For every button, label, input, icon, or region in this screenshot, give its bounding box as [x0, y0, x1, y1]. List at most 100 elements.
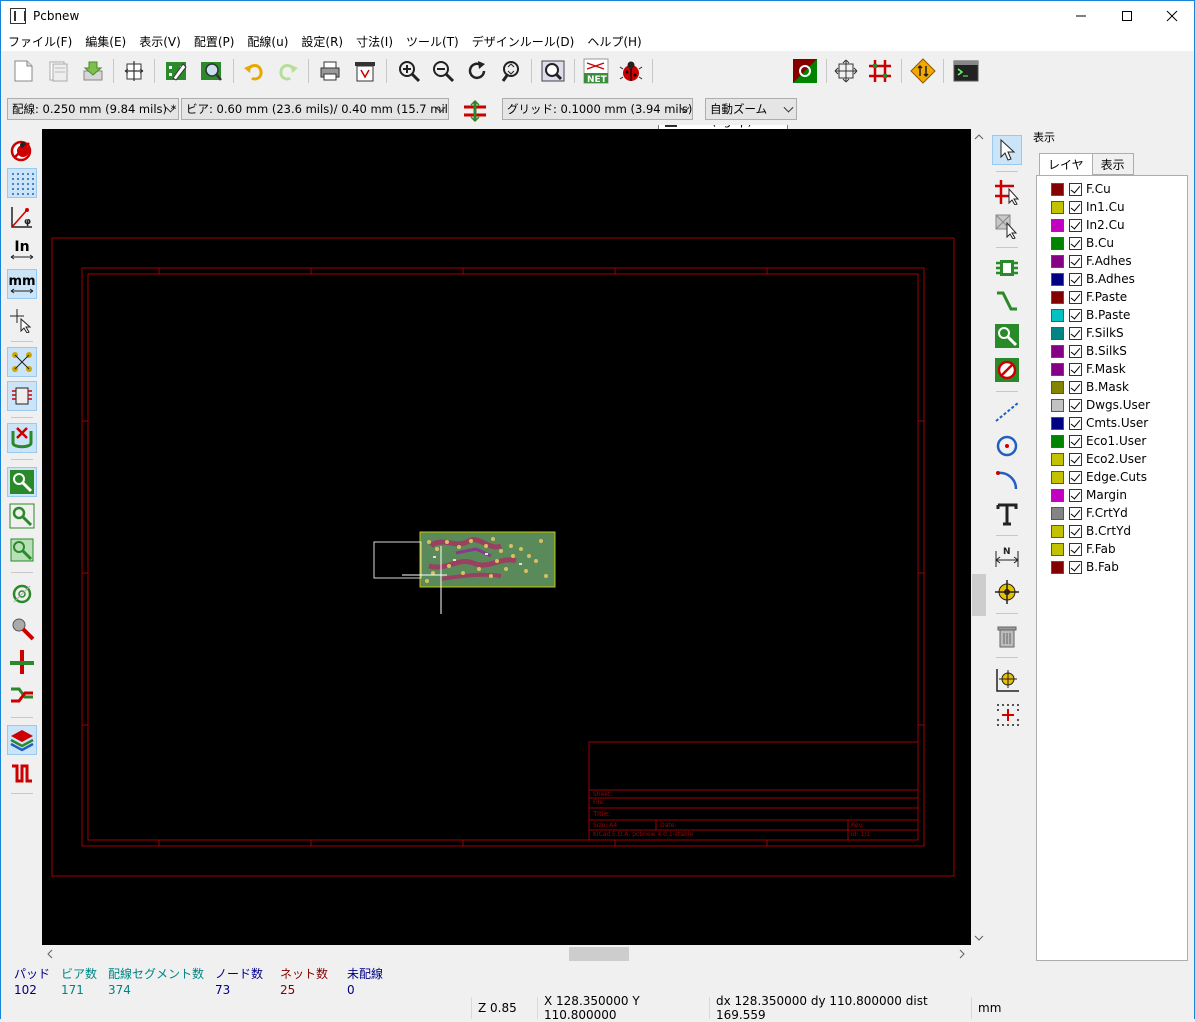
menu-place[interactable]: 配置(P) — [187, 33, 241, 50]
layer-color-swatch[interactable] — [1051, 560, 1064, 574]
layer-row[interactable]: Dwgs.User — [1051, 396, 1150, 414]
layer-row[interactable]: Eco2.User — [1051, 450, 1146, 468]
layer-visibility-checkbox[interactable] — [1069, 344, 1082, 358]
layer-visibility-checkbox[interactable] — [1069, 380, 1082, 394]
menu-preferences[interactable]: 設定(R) — [294, 33, 349, 50]
layer-row[interactable]: Margin — [1051, 486, 1127, 504]
page-settings-button[interactable] — [119, 56, 149, 86]
layer-row[interactable]: F.CrtYd — [1051, 504, 1128, 522]
highlight-net-button[interactable] — [992, 177, 1022, 207]
add-line-button[interactable] — [992, 397, 1022, 427]
layer-color-swatch[interactable] — [1051, 434, 1064, 448]
layer-color-swatch[interactable] — [1051, 506, 1064, 520]
module-ratsnest-button[interactable] — [7, 381, 37, 411]
redo-button[interactable] — [273, 56, 303, 86]
tab-layers[interactable]: レイヤ — [1039, 153, 1093, 176]
add-circle-button[interactable] — [992, 431, 1022, 461]
layer-color-swatch[interactable] — [1051, 524, 1064, 538]
layer-visibility-checkbox[interactable] — [1069, 362, 1082, 376]
layer-color-swatch[interactable] — [1051, 362, 1064, 376]
layer-row[interactable]: B.SilkS — [1051, 342, 1127, 360]
layer-name[interactable]: Edge.Cuts — [1086, 470, 1147, 484]
menu-route[interactable]: 配線(u) — [240, 33, 294, 50]
layer-visibility-checkbox[interactable] — [1069, 236, 1082, 250]
horizontal-scroll-thumb[interactable] — [569, 947, 629, 961]
layer-name[interactable]: B.SilkS — [1086, 344, 1127, 358]
layer-row[interactable]: F.Paste — [1051, 288, 1127, 306]
drc-off-button[interactable] — [7, 135, 37, 165]
layer-row[interactable]: B.Cu — [1051, 234, 1114, 252]
zone-sketch-button[interactable] — [7, 535, 37, 565]
maximize-button[interactable] — [1104, 1, 1150, 31]
layer-name[interactable]: F.Adhes — [1086, 254, 1132, 268]
show-grid-button[interactable] — [7, 168, 37, 198]
layer-row[interactable]: B.Mask — [1051, 378, 1129, 396]
layer-visibility-checkbox[interactable] — [1069, 434, 1082, 448]
layer-color-swatch[interactable] — [1051, 308, 1064, 322]
zoom-in-button[interactable] — [394, 56, 424, 86]
layer-visibility-checkbox[interactable] — [1069, 506, 1082, 520]
layer-visibility-checkbox[interactable] — [1069, 200, 1082, 214]
layer-name[interactable]: F.Fab — [1086, 542, 1116, 556]
layer-color-swatch[interactable] — [1051, 290, 1064, 304]
add-dimension-button[interactable]: N — [992, 541, 1022, 571]
layer-row[interactable]: F.Fab — [1051, 540, 1116, 558]
layer-color-swatch[interactable] — [1051, 542, 1064, 556]
menu-help[interactable]: ヘルプ(H) — [580, 33, 647, 50]
menu-dimensions[interactable]: 寸法(I) — [349, 33, 399, 50]
save-board-button[interactable] — [78, 56, 108, 86]
read-netlist-button[interactable]: NET — [581, 56, 611, 86]
undo-button[interactable] — [239, 56, 269, 86]
layer-color-swatch[interactable] — [1051, 416, 1064, 430]
layer-row[interactable]: F.Adhes — [1051, 252, 1132, 270]
layer-visibility-checkbox[interactable] — [1069, 452, 1082, 466]
layer-name[interactable]: F.CrtYd — [1086, 506, 1128, 520]
layer-visibility-checkbox[interactable] — [1069, 560, 1082, 574]
layers-manager-button[interactable] — [7, 725, 37, 755]
ratsnest-button[interactable] — [831, 56, 861, 86]
units-mm-button[interactable]: mm — [7, 269, 37, 299]
layer-visibility-checkbox[interactable] — [1069, 272, 1082, 286]
layer-name[interactable]: F.Cu — [1086, 182, 1111, 196]
layer-row[interactable]: In2.Cu — [1051, 216, 1125, 234]
layer-name[interactable]: B.Paste — [1086, 308, 1130, 322]
layer-visibility-checkbox[interactable] — [1069, 416, 1082, 430]
layer-visibility-checkbox[interactable] — [1069, 308, 1082, 322]
plot-button[interactable] — [350, 56, 380, 86]
layer-name[interactable]: F.SilkS — [1086, 326, 1124, 340]
drc-button[interactable] — [616, 56, 646, 86]
menu-tools[interactable]: ツール(T) — [399, 33, 465, 50]
layer-color-swatch[interactable] — [1051, 218, 1064, 232]
add-arc-button[interactable] — [992, 465, 1022, 495]
layer-name[interactable]: B.Cu — [1086, 236, 1114, 250]
layer-row[interactable]: B.CrtYd — [1051, 522, 1131, 540]
via-sketch-button[interactable] — [7, 613, 37, 643]
layer-color-swatch[interactable] — [1051, 398, 1064, 412]
layer-name[interactable]: B.CrtYd — [1086, 524, 1131, 538]
pcb-board[interactable] — [419, 531, 556, 588]
zoom-select[interactable]: 自動ズーム — [705, 98, 797, 120]
track-width-select[interactable]: 配線: 0.250 mm (9.84 mils) * — [7, 98, 179, 120]
layer-name[interactable]: Cmts.User — [1086, 416, 1148, 430]
units-inch-button[interactable]: In — [7, 235, 37, 265]
add-footprint-button[interactable] — [992, 253, 1022, 283]
layer-visibility-checkbox[interactable] — [1069, 524, 1082, 538]
new-board-button[interactable] — [8, 56, 38, 86]
layer-visibility-checkbox[interactable] — [1069, 182, 1082, 196]
grid-size-select[interactable]: グリッド: 0.1000 mm (3.94 mils) — [502, 98, 693, 120]
delete-tool-button[interactable] — [992, 621, 1022, 651]
layer-row[interactable]: F.Mask — [1051, 360, 1126, 378]
pad-sketch-button[interactable] — [7, 579, 37, 609]
add-keepout-button[interactable] — [992, 355, 1022, 385]
zoom-out-button[interactable] — [428, 56, 458, 86]
zone-unfilled-button[interactable] — [7, 501, 37, 531]
layer-visibility-checkbox[interactable] — [1069, 290, 1082, 304]
close-button[interactable] — [1149, 1, 1195, 31]
layer-row[interactable]: F.SilkS — [1051, 324, 1124, 342]
scripting-console-button[interactable] — [951, 56, 981, 86]
layer-row[interactable]: B.Paste — [1051, 306, 1130, 324]
layer-visibility-checkbox[interactable] — [1069, 542, 1082, 556]
auto-track-width-button[interactable] — [460, 96, 490, 126]
add-text-button[interactable] — [992, 499, 1022, 529]
vertical-scroll-thumb[interactable] — [972, 574, 986, 616]
